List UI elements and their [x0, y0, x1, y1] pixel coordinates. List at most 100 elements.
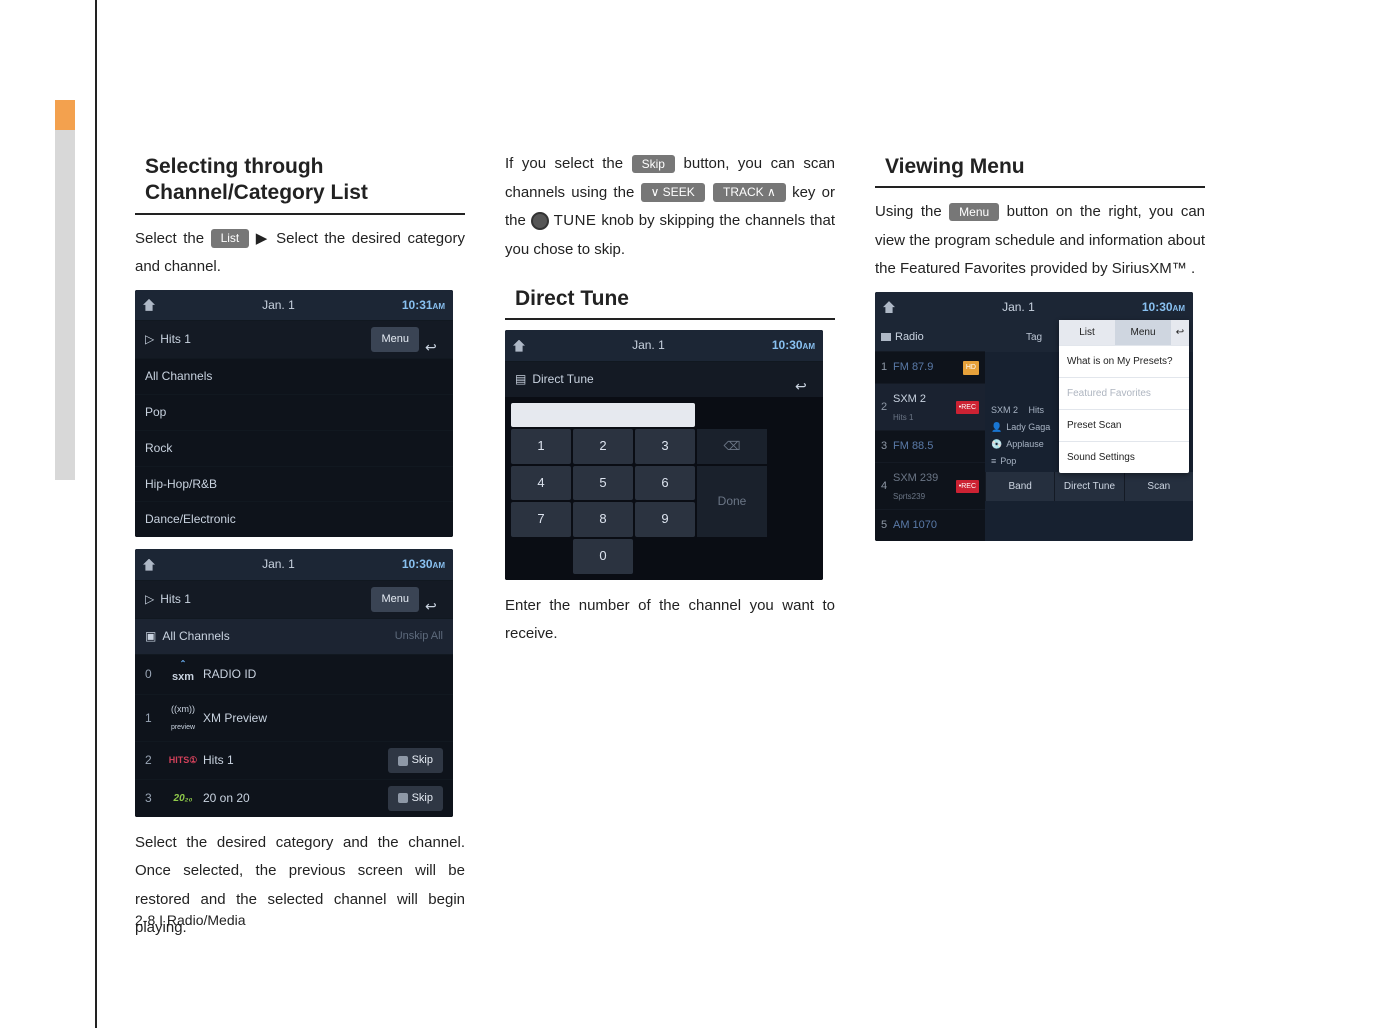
status-time: 10:30AM [402, 553, 445, 576]
channel-row[interactable]: 1 ((xm))preview XM Preview [135, 694, 453, 741]
keypad-5[interactable]: 5 [573, 466, 633, 501]
channel-number: 1 [145, 707, 163, 730]
status-date: Jan. 1 [525, 334, 772, 357]
keypad-delete[interactable] [697, 429, 767, 464]
channel-label: RADIO ID [203, 663, 443, 686]
home-icon[interactable] [143, 299, 155, 311]
dropdown-item[interactable]: Preset Scan [1059, 409, 1189, 441]
viewing-menu-paragraph: Using the Menu button on the right, you … [875, 198, 1205, 284]
channel-label: 20 on 20 [203, 787, 388, 810]
xm-preview-icon: ((xm))preview [163, 701, 203, 735]
dropdown-list-button[interactable]: List [1059, 320, 1115, 345]
track-button[interactable]: TRACK ∧ [713, 183, 786, 201]
channel-input[interactable] [511, 403, 695, 427]
all-channels-row[interactable]: ▣ All Channels Unskip All [135, 618, 453, 654]
page-content: Selecting through Channel/Category List … [135, 150, 1225, 943]
intro-channel-list: Select the List ▶ Select the desired cat… [135, 225, 465, 282]
keypad-0[interactable]: 0 [573, 539, 633, 574]
tune-label: TUNE [554, 212, 597, 229]
channel-row[interactable]: 2 HITS① Hits 1 Skip [135, 741, 453, 779]
unskip-all-button[interactable]: Unskip All [395, 626, 443, 647]
menu-button[interactable]: Menu [371, 587, 419, 612]
column-3: Viewing Menu Using the Menu button on th… [875, 150, 1205, 943]
menu-button-inline[interactable]: Menu [949, 203, 999, 221]
list-item[interactable]: Pop [135, 394, 453, 430]
page-tab [55, 100, 75, 480]
status-time: 10:30AM [772, 334, 815, 357]
channel-number: 0 [145, 663, 163, 686]
keypad: 1 2 3 4 5 6 Done 7 8 9 0 [505, 397, 823, 580]
home-icon[interactable] [513, 340, 525, 352]
status-time: 10:31AM [402, 294, 445, 317]
home-icon[interactable] [143, 559, 155, 571]
channel-label: Hits 1 [203, 749, 388, 772]
status-bar: Jan. 1 10:30AM [875, 292, 1193, 323]
keypad-7[interactable]: 7 [511, 502, 571, 537]
presets-sidebar: Radio 1FM 87.9HD 2SXM 2Hits 1•REC 3FM 88… [875, 323, 985, 542]
all-channels-label: All Channels [162, 625, 394, 648]
keypad-8[interactable]: 8 [573, 502, 633, 537]
direct-tune-header: ▤ Direct Tune [505, 361, 823, 397]
header-label: Direct Tune [532, 368, 789, 391]
header-row: ▷ Hits 1 Menu [135, 320, 453, 358]
status-date: Jan. 1 [895, 296, 1142, 319]
skip-button[interactable]: Skip [388, 748, 443, 773]
channel-number: 2 [145, 749, 163, 772]
dropdown-menu-button[interactable]: Menu [1115, 320, 1171, 345]
direct-tune-caption: Enter the number of the channel you want… [505, 592, 835, 649]
keypad-3[interactable]: 3 [635, 429, 695, 464]
skip-button[interactable]: Skip [388, 786, 443, 811]
screenshot-channel-skip: Jan. 1 10:30AM ▷ Hits 1 Menu ▣ All Chann… [135, 549, 453, 817]
keypad-done[interactable]: Done [697, 466, 767, 537]
margin-line [95, 0, 97, 1028]
menu-button[interactable]: Menu [371, 327, 419, 352]
list-item[interactable]: Hip-Hop/R&B [135, 466, 453, 502]
status-bar: Jan. 1 10:30AM [505, 330, 823, 361]
back-icon[interactable] [425, 334, 443, 346]
20on20-icon: 20₂₀ [163, 789, 203, 808]
list-item[interactable]: Rock [135, 430, 453, 466]
sxm-icon: ⌃sxm [163, 661, 203, 688]
preset-item[interactable]: 1FM 87.9HD [875, 351, 985, 383]
channel-label: XM Preview [203, 707, 443, 730]
preset-item[interactable]: 5AM 1070 [875, 509, 985, 541]
list-button[interactable]: List [211, 229, 250, 247]
list-item[interactable]: Dance/Electronic [135, 501, 453, 537]
back-icon[interactable] [795, 373, 813, 385]
section-title-viewing-menu: Viewing Menu [875, 150, 1205, 188]
skip-paragraph: If you select the Skip button, you can s… [505, 150, 835, 264]
keypad-6[interactable]: 6 [635, 466, 695, 501]
back-icon[interactable] [425, 593, 443, 605]
seek-button[interactable]: ∨ SEEK [641, 183, 705, 201]
direct-tune-button[interactable]: Direct Tune [1054, 472, 1123, 501]
list-item[interactable]: All Channels [135, 358, 453, 394]
home-icon[interactable] [883, 301, 895, 313]
channel-number: 3 [145, 787, 163, 810]
status-date: Jan. 1 [155, 294, 402, 317]
preset-item[interactable]: 3FM 88.5 [875, 430, 985, 462]
dropdown-item[interactable]: What is on My Presets? [1059, 345, 1189, 377]
status-time: 10:30AM [1142, 296, 1185, 319]
status-bar: Jan. 1 10:31AM [135, 290, 453, 321]
radio-header: Radio [875, 323, 985, 352]
band-button[interactable]: Band [985, 472, 1054, 501]
channel-row[interactable]: 3 20₂₀ 20 on 20 Skip [135, 779, 453, 817]
preset-item[interactable]: 2SXM 2Hits 1•REC [875, 383, 985, 430]
preset-item[interactable]: 4SXM 239Sprts239•REC [875, 462, 985, 509]
keypad-9[interactable]: 9 [635, 502, 695, 537]
back-icon[interactable]: ↩ [1171, 320, 1189, 345]
keypad-2[interactable]: 2 [573, 429, 633, 464]
text: Using the [875, 203, 949, 220]
page-footer: 2-8 I Radio/Media [135, 912, 246, 928]
status-bar: Jan. 1 10:30AM [135, 549, 453, 580]
intro-before: Select the [135, 230, 211, 247]
scan-button[interactable]: Scan [1124, 472, 1193, 501]
keypad-1[interactable]: 1 [511, 429, 571, 464]
dropdown-item[interactable]: Featured Favorites [1059, 377, 1189, 409]
skip-button-inline[interactable]: Skip [632, 155, 675, 173]
channel-row[interactable]: 0 ⌃sxm RADIO ID [135, 654, 453, 694]
keypad-4[interactable]: 4 [511, 466, 571, 501]
dropdown-item[interactable]: Sound Settings [1059, 441, 1189, 473]
section-title-channel-list: Selecting through Channel/Category List [135, 150, 465, 215]
column-1: Selecting through Channel/Category List … [135, 150, 465, 943]
